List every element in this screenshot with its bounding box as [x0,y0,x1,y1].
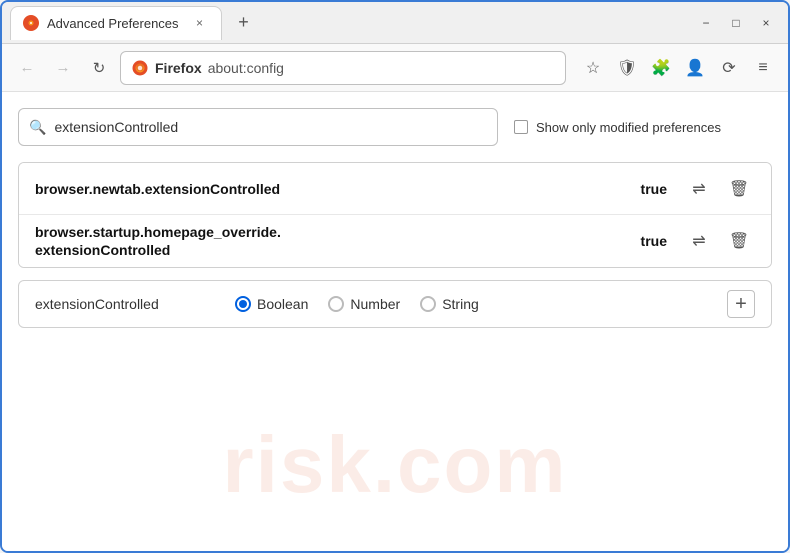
preference-name-line2: extensionControlled [35,241,641,259]
toolbar-icons: ☆ 🛡 🧩 👤 ⟳ ≡ [578,53,778,83]
address-url: about:config [208,60,284,76]
trash-icon: 🗑 [729,179,749,199]
toggle-button[interactable]: ⇌ [683,225,715,257]
maximize-button[interactable]: □ [722,9,750,37]
search-input[interactable] [54,119,487,135]
show-modified-label: Show only modified preferences [536,120,721,135]
browser-tab[interactable]: Advanced Preferences × [10,6,222,40]
radio-boolean-dot [239,300,247,308]
tab-title: Advanced Preferences [47,16,179,31]
new-tab-button[interactable]: + [230,9,258,37]
radio-number[interactable]: Number [328,296,400,312]
radio-string-circle [420,296,436,312]
bookmark-icon[interactable]: ☆ [578,53,608,83]
watermark: risk.com [222,419,567,511]
radio-number-label: Number [350,296,400,312]
arrows-icon: ⇌ [692,231,705,251]
reload-icon: ↻ [93,59,106,77]
preference-name: browser.newtab.extensionControlled [35,181,641,197]
add-preference-row: extensionControlled Boolean Number [18,280,772,328]
close-button[interactable]: × [752,9,780,37]
radio-boolean[interactable]: Boolean [235,296,308,312]
search-icon: 🔍 [29,119,46,136]
back-icon: ← [20,59,35,76]
browser-window: Advanced Preferences × + − □ × ← → ↻ [0,0,790,553]
radio-string-label: String [442,296,479,312]
menu-button[interactable]: ≡ [748,53,778,83]
account-icon[interactable]: 👤 [680,53,710,83]
forward-icon: → [56,59,71,76]
search-bar-row: 🔍 Show only modified preferences [18,108,772,146]
window-controls: − □ × [692,9,780,37]
table-row: browser.startup.homepage_override. exten… [19,215,771,267]
delete-button[interactable]: 🗑 [723,173,755,205]
results-table: browser.newtab.extensionControlled true … [18,162,772,268]
browser-brand: Firefox [155,60,202,76]
tab-favicon [23,15,39,31]
row-actions: ⇌ 🗑 [683,225,755,257]
shield-icon[interactable]: 🛡 [612,53,642,83]
forward-button[interactable]: → [48,53,78,83]
arrows-icon: ⇌ [692,179,705,199]
preference-name-line1: browser.startup.homepage_override. [35,223,641,241]
show-modified-checkbox[interactable] [514,120,528,134]
reload-button[interactable]: ↻ [84,53,114,83]
firefox-logo-icon [131,59,149,77]
radio-string[interactable]: String [420,296,479,312]
radio-boolean-label: Boolean [257,296,308,312]
navigation-bar: ← → ↻ Firefox about:config ☆ 🛡 🧩 👤 ⟳ ≡ [2,44,788,92]
sync-icon[interactable]: ⟳ [714,53,744,83]
preference-name-multiline: browser.startup.homepage_override. exten… [35,223,641,259]
back-button[interactable]: ← [12,53,42,83]
row-actions: ⇌ 🗑 [683,173,755,205]
preference-value: true [641,233,667,249]
tab-close-button[interactable]: × [191,14,209,32]
new-preference-name: extensionControlled [35,296,215,312]
title-bar: Advanced Preferences × + − □ × [2,2,788,44]
minimize-button[interactable]: − [692,9,720,37]
address-bar[interactable]: Firefox about:config [120,51,566,85]
page-content: risk.com 🔍 Show only modified preference… [2,92,788,551]
table-row: browser.newtab.extensionControlled true … [19,163,771,215]
extension-icon[interactable]: 🧩 [646,53,676,83]
preference-value: true [641,181,667,197]
toggle-button[interactable]: ⇌ [683,173,715,205]
radio-number-circle [328,296,344,312]
radio-boolean-circle [235,296,251,312]
show-modified-row: Show only modified preferences [514,120,721,135]
add-preference-button[interactable]: + [727,290,755,318]
type-radio-group: Boolean Number String [235,296,707,312]
delete-button[interactable]: 🗑 [723,225,755,257]
search-wrapper[interactable]: 🔍 [18,108,498,146]
trash-icon: 🗑 [729,231,749,251]
